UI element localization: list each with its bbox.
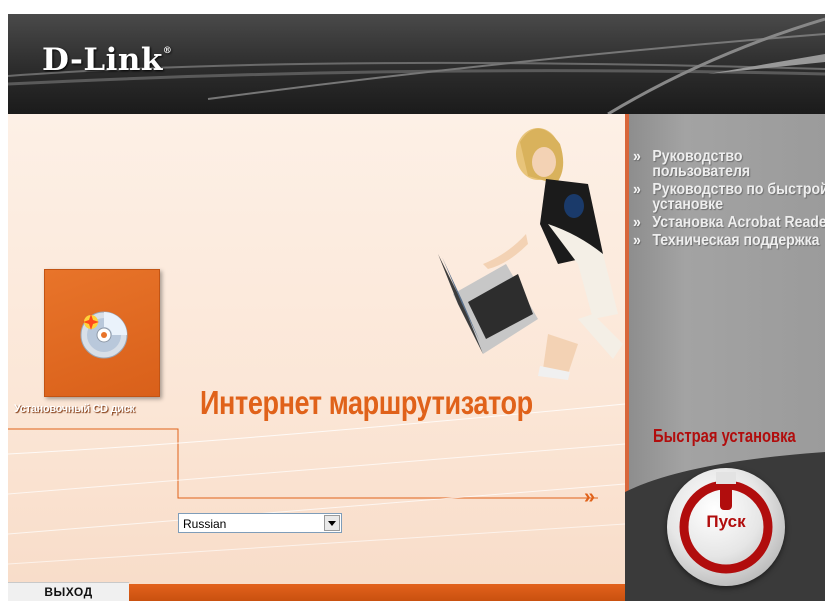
right-panel: » Руководство пользователя » Руководство…: [625, 114, 825, 601]
exit-button[interactable]: ВЫХОД: [8, 582, 129, 601]
double-chevron-icon: »: [633, 232, 641, 249]
setup-cd-tile[interactable]: [44, 269, 160, 397]
start-button-label: Пуск: [706, 512, 746, 531]
menu-item-label: Руководство по быстрой установке: [652, 181, 825, 213]
installer-window: D-Link® Установочный CD диск Интернет ма…: [8, 14, 825, 601]
quick-install-panel: Пуск: [625, 452, 825, 601]
menu-item-label: Техническая поддержка: [652, 232, 820, 249]
menu-item-acrobat-reader[interactable]: » Установка Acrobat Reader: [633, 214, 825, 231]
bottom-strip: [129, 584, 625, 601]
double-chevron-icon: »: [633, 148, 641, 165]
cd-disc-icon: [80, 311, 128, 359]
docs-menu: » Руководство пользователя » Руководство…: [633, 148, 825, 251]
setup-cd-label[interactable]: Установочный CD диск: [14, 403, 135, 415]
double-chevron-icon: »: [633, 214, 641, 231]
menu-item-user-manual[interactable]: » Руководство пользователя: [633, 148, 825, 180]
start-button[interactable]: Пуск: [667, 468, 785, 586]
quick-install-title: Быстрая установка: [653, 426, 796, 446]
header-banner: D-Link®: [8, 14, 825, 114]
woman-with-laptop-illustration: [438, 128, 623, 380]
menu-item-label: Руководство пользователя: [652, 148, 751, 180]
double-chevron-icon: »: [633, 181, 641, 198]
double-arrow-icon: »: [584, 486, 596, 508]
menu-item-quick-install-guide[interactable]: » Руководство по быстрой установке: [633, 181, 825, 213]
menu-item-tech-support[interactable]: » Техническая поддержка: [633, 232, 825, 249]
main-area: Установочный CD диск Интернет маршрутиза…: [8, 114, 625, 601]
dlink-logo: D-Link®: [42, 42, 173, 78]
language-select[interactable]: Russian: [178, 513, 342, 533]
menu-item-label: Установка Acrobat Reader: [652, 214, 825, 231]
language-select-value: Russian: [183, 517, 227, 531]
chevron-down-icon[interactable]: [324, 515, 340, 531]
product-title: Интернет маршрутизатор: [200, 384, 533, 421]
